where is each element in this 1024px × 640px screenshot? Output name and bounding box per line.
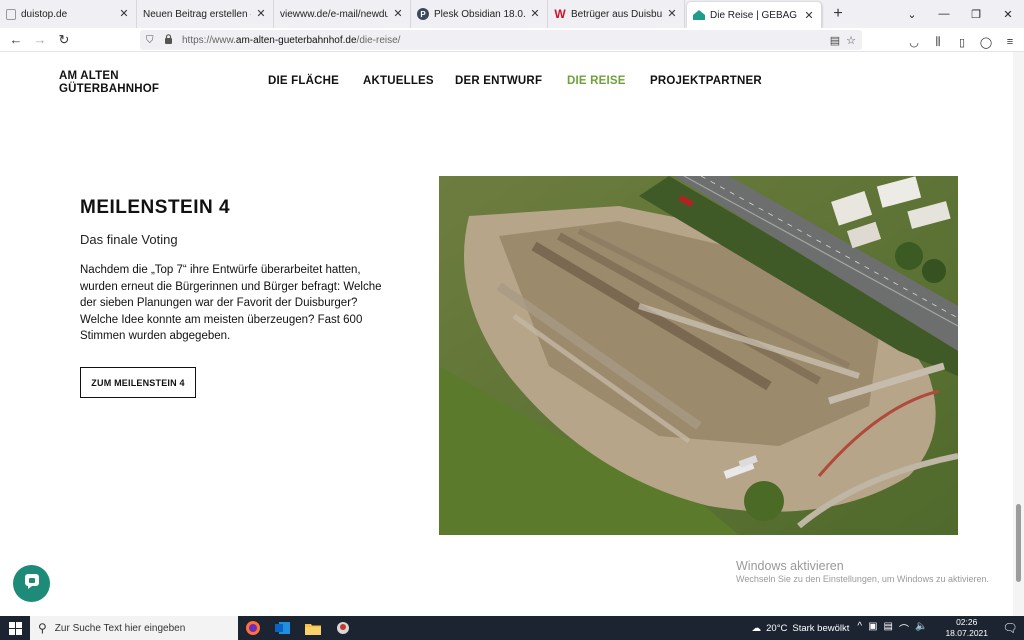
clock-time: 02:26 <box>956 617 978 627</box>
sidebar-icon[interactable]: ▯ <box>952 31 972 53</box>
tab-title: duistop.de <box>21 8 68 20</box>
url-host: am-alten-gueterbahnhof.de <box>235 34 357 46</box>
window-controls: ⌄ — ❐ ✕ <box>896 0 1024 28</box>
nav-item-die-reise[interactable]: DIE REISE <box>567 75 626 87</box>
weather-widget[interactable]: ☁ 20°C Stark bewölkt <box>752 623 858 634</box>
shield-icon[interactable]: ⛉ <box>146 35 160 46</box>
close-icon[interactable]: ✕ <box>392 8 404 20</box>
logo-line: AM ALTEN <box>59 70 119 82</box>
site-logo[interactable]: AM ALTEN GÜTERBAHNHOF <box>59 70 159 96</box>
firefox-icon[interactable] <box>238 616 268 640</box>
close-window-icon[interactable]: ✕ <box>992 0 1024 28</box>
bookmark-star-icon[interactable]: ☆ <box>846 34 856 47</box>
reload-icon[interactable]: ↻ <box>52 29 76 51</box>
weather-temperature: 20°C <box>766 622 788 634</box>
nav-item-aktuelles[interactable]: AKTUELLES <box>363 75 434 87</box>
windows-activation-subtitle: Wechseln Sie zu den Einstellungen, um Wi… <box>736 574 989 584</box>
browser-tab[interactable]: W Betrüger aus Duisburg verkauft ✕ <box>548 0 685 28</box>
library-icon[interactable]: ⫼ <box>928 31 948 53</box>
page-scrollbar[interactable] <box>1013 52 1024 616</box>
outlook-icon[interactable] <box>268 616 298 640</box>
taskbar-clock[interactable]: 02:26 18.07.2021 <box>937 617 996 639</box>
tray-app-icon[interactable]: ▤ <box>884 621 893 636</box>
url-path: /die-reise/ <box>356 34 401 46</box>
search-icon: ⚲ <box>38 621 47 635</box>
tray-icons: ^ ▣ ▤ ⌒ 🔈 <box>857 621 937 636</box>
volume-icon[interactable]: 🔈 <box>915 621 927 636</box>
tab-title: viewww.de/e-mail/newduistopmail <box>280 8 388 20</box>
nav-item-der-entwurf[interactable]: DER ENTWURF <box>455 75 542 87</box>
clock-date: 18.07.2021 <box>945 628 988 638</box>
milestone-title: MEILENSTEIN 4 <box>80 197 231 218</box>
aerial-photo <box>439 176 958 535</box>
scrollbar-thumb[interactable] <box>1016 504 1021 582</box>
lock-icon[interactable] <box>164 33 178 47</box>
url-prefix: https://www. <box>182 34 236 46</box>
tab-title: Die Reise | GEBAG <box>710 9 798 21</box>
close-icon[interactable]: ✕ <box>803 10 815 22</box>
reader-view-icon[interactable]: ▤ <box>830 34 840 47</box>
new-tab-button[interactable]: + <box>824 0 852 28</box>
browser-tab-active[interactable]: Die Reise | GEBAG ✕ <box>687 2 822 28</box>
close-icon[interactable]: ✕ <box>255 8 267 20</box>
gebag-icon <box>693 9 705 21</box>
nav-item-die-flaeche[interactable]: DIE FLÄCHE <box>268 75 339 87</box>
tray-app-icon[interactable]: ▣ <box>868 621 877 636</box>
pocket-icon[interactable]: ◡ <box>904 31 924 53</box>
browser-tab[interactable]: P Plesk Obsidian 18.0.36 ✕ <box>411 0 548 28</box>
windows-start-button[interactable] <box>0 616 30 640</box>
tab-title: Neuen Beitrag erstellen ‹ Sie sind in <box>143 8 251 20</box>
browser-tab-strip: duistop.de ✕ Neuen Beitrag erstellen ‹ S… <box>0 0 1024 28</box>
chat-icon <box>23 572 41 595</box>
address-bar[interactable]: ⛉ https://www. am-alten-gueterbahnhof.de /… <box>140 30 862 50</box>
logo-line: GÜTERBAHNHOF <box>59 83 160 95</box>
page-icon <box>6 8 16 20</box>
browser-tab[interactable]: Neuen Beitrag erstellen ‹ Sie sind in ✕ <box>137 0 274 28</box>
taskbar-search[interactable]: ⚲ Zur Suche Text hier eingeben <box>30 616 238 640</box>
network-icon[interactable]: ⌒ <box>899 621 909 636</box>
windows-taskbar: ⚲ Zur Suche Text hier eingeben ☁ 20°C St… <box>0 616 1024 640</box>
tab-title: Betrüger aus Duisburg verkauft <box>571 8 662 20</box>
notification-icon[interactable]: 🗨 <box>996 621 1024 635</box>
chat-button[interactable] <box>13 565 50 602</box>
plesk-icon: P <box>417 8 429 20</box>
w-icon: W <box>554 7 566 21</box>
taskbar-search-placeholder: Zur Suche Text hier eingeben <box>54 622 186 634</box>
forward-arrow-icon[interactable]: → <box>28 29 52 51</box>
app-icon[interactable] <box>328 616 358 640</box>
system-tray: ☁ 20°C Stark bewölkt ^ ▣ ▤ ⌒ 🔈 02:26 18.… <box>752 616 1024 640</box>
browser-nav-bar: ← → ↻ ⛉ https://www. am-alten-gueterbahnh… <box>0 28 1024 52</box>
nav-item-projektpartner[interactable]: PROJEKTPARTNER <box>650 75 762 87</box>
browser-tab[interactable]: viewww.de/e-mail/newduistopmail ✕ <box>274 0 411 28</box>
tab-title: Plesk Obsidian 18.0.36 <box>434 8 525 20</box>
milestone-button[interactable]: ZUM MEILENSTEIN 4 <box>80 367 196 398</box>
browser-tab[interactable]: duistop.de ✕ <box>0 0 137 28</box>
minimize-icon[interactable]: — <box>928 0 960 28</box>
menu-icon[interactable]: ≡ <box>1000 31 1020 53</box>
milestone-text: Nachdem die „Top 7“ ihre Entwürfe überar… <box>80 264 382 342</box>
cloud-icon: ☁ <box>751 622 762 634</box>
file-explorer-icon[interactable] <box>298 616 328 640</box>
chevron-down-icon[interactable]: ⌄ <box>896 0 928 28</box>
close-icon[interactable]: ✕ <box>529 8 541 20</box>
account-icon[interactable]: ◯ <box>976 31 996 53</box>
chevron-up-icon[interactable]: ^ <box>857 621 862 636</box>
milestone-subtitle: Das finale Voting <box>80 232 178 247</box>
close-icon[interactable]: ✕ <box>666 8 678 20</box>
restore-icon[interactable]: ❐ <box>960 0 992 28</box>
close-icon[interactable]: ✕ <box>118 8 130 20</box>
weather-condition: Stark bewölkt <box>792 622 850 634</box>
windows-activation-title: Windows aktivieren <box>736 559 844 573</box>
back-arrow-icon[interactable]: ← <box>4 29 28 51</box>
